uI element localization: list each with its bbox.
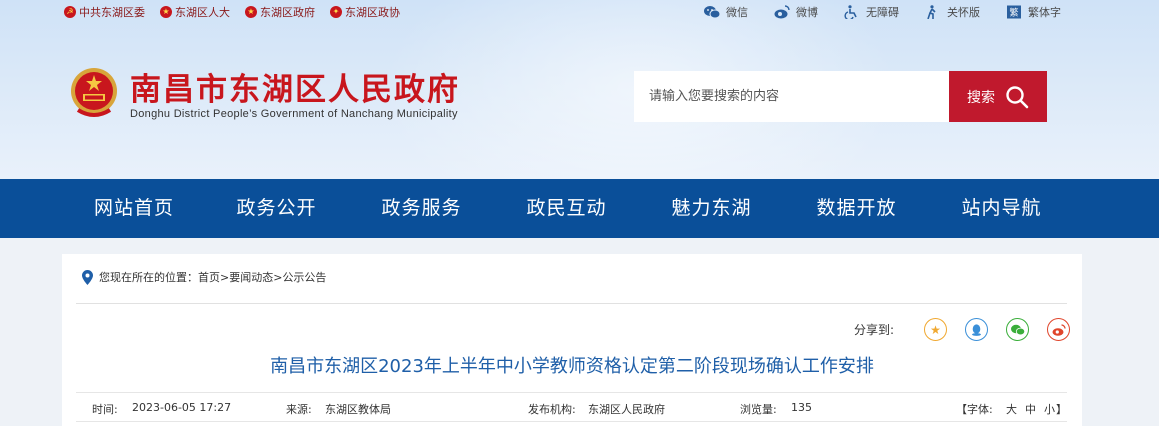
topbar-link-label: 关怀版: [947, 6, 980, 19]
search-button-label: 搜索: [967, 88, 995, 105]
font-size-small[interactable]: 小: [1044, 401, 1055, 417]
search-icon: [1005, 85, 1029, 109]
national-emblem-icon: ★: [160, 6, 172, 18]
breadcrumb-divider: [76, 303, 1067, 304]
topbar-link-npc[interactable]: ★ 东湖区人大: [160, 4, 230, 20]
nav-item-home[interactable]: 网站首页: [64, 179, 204, 238]
share-label: 分享到:: [853, 323, 894, 337]
meta-source-value: 东湖区教体局: [325, 403, 391, 416]
topbar-right: 微信 微博 无障碍 关怀版 繁 繁体字: [678, 4, 1061, 21]
national-emblem-logo: [68, 66, 120, 120]
topbar-link-party[interactable]: ☭ 中共东湖区委: [64, 4, 145, 20]
topbar-link-label: 微信: [726, 6, 748, 19]
search-input[interactable]: [634, 71, 949, 122]
meta-source-label: 来源:: [286, 403, 312, 416]
wechat-share-icon[interactable]: [1006, 318, 1029, 341]
topbar-link-label: 微博: [796, 6, 818, 19]
site-title: 南昌市东湖区人民政府: [130, 72, 460, 108]
elderly-care-icon: [925, 5, 941, 20]
header-banner: ☭ 中共东湖区委 ★ 东湖区人大 ★ 东湖区政府 ✦ 东湖区政协 微信 微博 无…: [0, 0, 1159, 179]
nav-item-services[interactable]: 政务服务: [349, 179, 494, 238]
topbar-link-label: 东湖区政协: [345, 6, 400, 19]
breadcrumb-separator: >: [273, 270, 283, 284]
meta-time-label: 时间:: [92, 403, 118, 416]
weibo-icon: [774, 5, 790, 19]
breadcrumb-home[interactable]: 首页: [198, 269, 220, 285]
location-pin-icon: [82, 269, 93, 285]
meta-views-value: 135: [791, 401, 812, 414]
breadcrumb-prefix: 您现在所在的位置：: [99, 271, 198, 284]
search-button[interactable]: 搜索: [949, 71, 1047, 122]
nav-item-open-data[interactable]: 数据开放: [784, 179, 929, 238]
font-size-close: 】: [1056, 403, 1067, 416]
topbar-link-label: 繁体字: [1028, 6, 1061, 19]
main-nav: 网站首页 政务公开 政务服务 政民互动 魅力东湖 数据开放 站内导航: [0, 179, 1159, 238]
topbar-link-wechat[interactable]: 微信: [704, 4, 748, 20]
breadcrumb-separator: >: [220, 270, 230, 284]
nav-item-site-map[interactable]: 站内导航: [929, 179, 1074, 238]
article-title: 南昌市东湖区2023年上半年中小学教师资格认定第二阶段现场确认工作安排: [270, 356, 874, 377]
font-size-large[interactable]: 大: [1006, 401, 1017, 417]
party-emblem-icon: ☭: [64, 6, 76, 18]
svg-text:繁: 繁: [1009, 7, 1018, 19]
font-size-label: 【字体:: [956, 403, 993, 416]
breadcrumb-news[interactable]: 要闻动态: [229, 269, 273, 285]
qq-icon[interactable]: [965, 318, 988, 341]
meta-publisher-label: 发布机构:: [528, 403, 576, 416]
meta-time-value: 2023-06-05 17:27: [132, 401, 232, 414]
topbar-link-government[interactable]: ★ 东湖区政府: [245, 4, 315, 20]
breadcrumb: 您现在所在的位置： 首页 > 要闻动态 > 公示公告: [82, 269, 326, 285]
nav-item-government-affairs[interactable]: 政务公开: [204, 179, 349, 238]
accessibility-icon: [844, 5, 860, 21]
breadcrumb-notices[interactable]: 公示公告: [282, 269, 326, 285]
article-meta: 时间: 2023-06-05 17:27 来源: 东湖区教体局 发布机构: 东湖…: [76, 392, 1067, 422]
topbar-link-label: 东湖区政府: [260, 6, 315, 19]
meta-publisher-value: 东湖区人民政府: [588, 403, 665, 416]
topbar-link-cppcc[interactable]: ✦ 东湖区政协: [330, 4, 400, 20]
topbar-link-label: 中共东湖区委: [79, 6, 145, 19]
qzone-icon[interactable]: ★: [924, 318, 947, 341]
topbar-link-weibo[interactable]: 微博: [774, 4, 818, 20]
nav-item-charm-donghu[interactable]: 魅力东湖: [639, 179, 784, 238]
national-emblem-icon: ★: [245, 6, 257, 18]
share-bar: 分享到: ★: [854, 318, 1070, 341]
article-panel: 您现在所在的位置： 首页 > 要闻动态 > 公示公告 分享到: ★ 南昌市东湖区…: [62, 254, 1082, 426]
topbar-link-traditional[interactable]: 繁 繁体字: [1006, 4, 1061, 20]
wechat-icon: [704, 5, 721, 19]
nav-item-interaction[interactable]: 政民互动: [494, 179, 639, 238]
topbar-link-label: 东湖区人大: [175, 6, 230, 19]
font-size-medium[interactable]: 中: [1025, 401, 1036, 417]
topbar-link-label: 无障碍: [866, 6, 899, 19]
topbar-link-elderly[interactable]: 关怀版: [925, 4, 980, 20]
traditional-chinese-icon: 繁: [1006, 5, 1022, 19]
cppcc-emblem-icon: ✦: [330, 6, 342, 18]
topbar-left: ☭ 中共东湖区委 ★ 东湖区人大 ★ 东湖区政府 ✦ 东湖区政协: [64, 4, 415, 20]
weibo-share-icon[interactable]: [1047, 318, 1070, 341]
meta-views-label: 浏览量:: [740, 403, 777, 416]
topbar-link-accessibility[interactable]: 无障碍: [844, 4, 899, 21]
site-subtitle: Donghu District People’s Government of N…: [130, 108, 458, 120]
